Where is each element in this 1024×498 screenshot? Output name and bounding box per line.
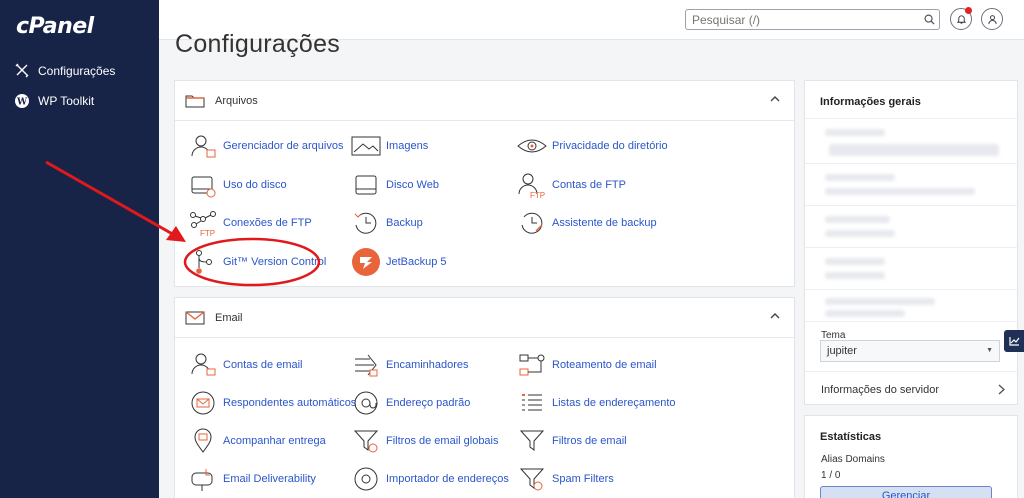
annotation-overlay (45, 160, 321, 287)
annotation-arrow-head (166, 226, 186, 242)
annotation-arrow-line (45, 160, 177, 238)
annotation-ellipse (183, 237, 321, 287)
